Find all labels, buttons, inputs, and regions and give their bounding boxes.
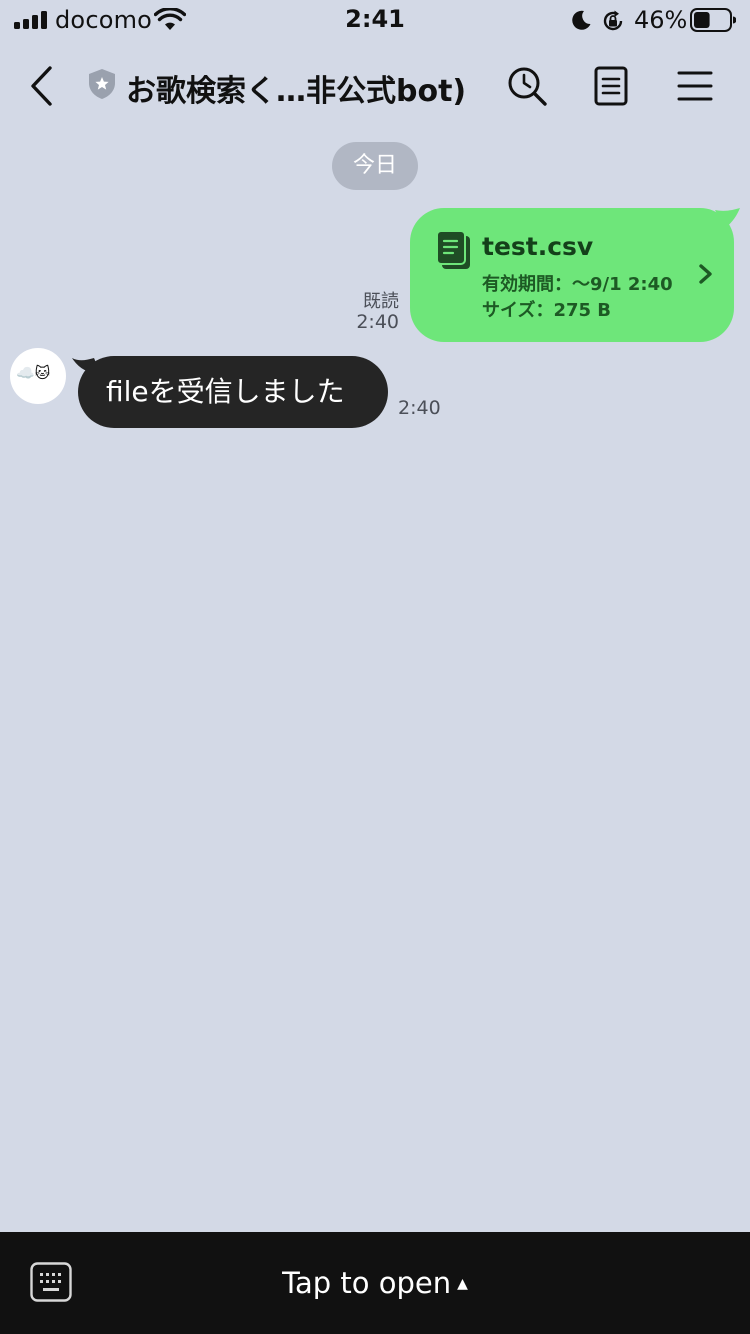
menu-icon[interactable] — [671, 62, 719, 110]
sent-message-time: 2:40 — [356, 311, 399, 333]
back-chevron-icon[interactable] — [22, 64, 62, 108]
chat-header: お歌検索く…非公式bot) — [0, 44, 750, 128]
battery-percent: 46% — [634, 6, 688, 34]
battery-icon — [690, 8, 736, 32]
tap-to-open-button[interactable]: Tap to open ▲ — [0, 1266, 750, 1300]
avatar-glyphs: ☁️🐱 — [16, 364, 51, 382]
tap-to-open-label: Tap to open — [282, 1266, 452, 1300]
date-chip: 今日 — [332, 142, 418, 190]
bottom-bar: Tap to open ▲ — [0, 1232, 750, 1334]
chat-title[interactable]: お歌検索く…非公式bot) — [126, 66, 466, 110]
rotation-lock-icon — [603, 10, 623, 31]
file-size: サイズ：275 B — [482, 300, 612, 321]
status-bar: docomo 2:41 46% — [0, 0, 750, 40]
bot-avatar[interactable]: ☁️🐱 — [10, 348, 66, 404]
read-receipt: 既読 — [363, 291, 399, 312]
chat-screen: docomo 2:41 46% お歌検索く…非公式bot) 今日 既読 2:40… — [0, 0, 750, 1334]
file-expiry: 有効期間：～9/1 2:40 — [482, 274, 673, 295]
received-message-bubble[interactable]: fileを受信しました — [78, 356, 388, 428]
file-name: test.csv — [482, 232, 594, 261]
notes-icon[interactable] — [587, 62, 635, 110]
search-clock-icon[interactable] — [503, 62, 551, 110]
received-message-time: 2:40 — [398, 397, 441, 419]
chevron-right-icon[interactable] — [696, 262, 716, 286]
moon-icon — [572, 10, 591, 30]
caret-up-icon: ▲ — [457, 1276, 468, 1292]
document-icon — [436, 230, 470, 269]
shield-star-icon — [89, 69, 115, 99]
